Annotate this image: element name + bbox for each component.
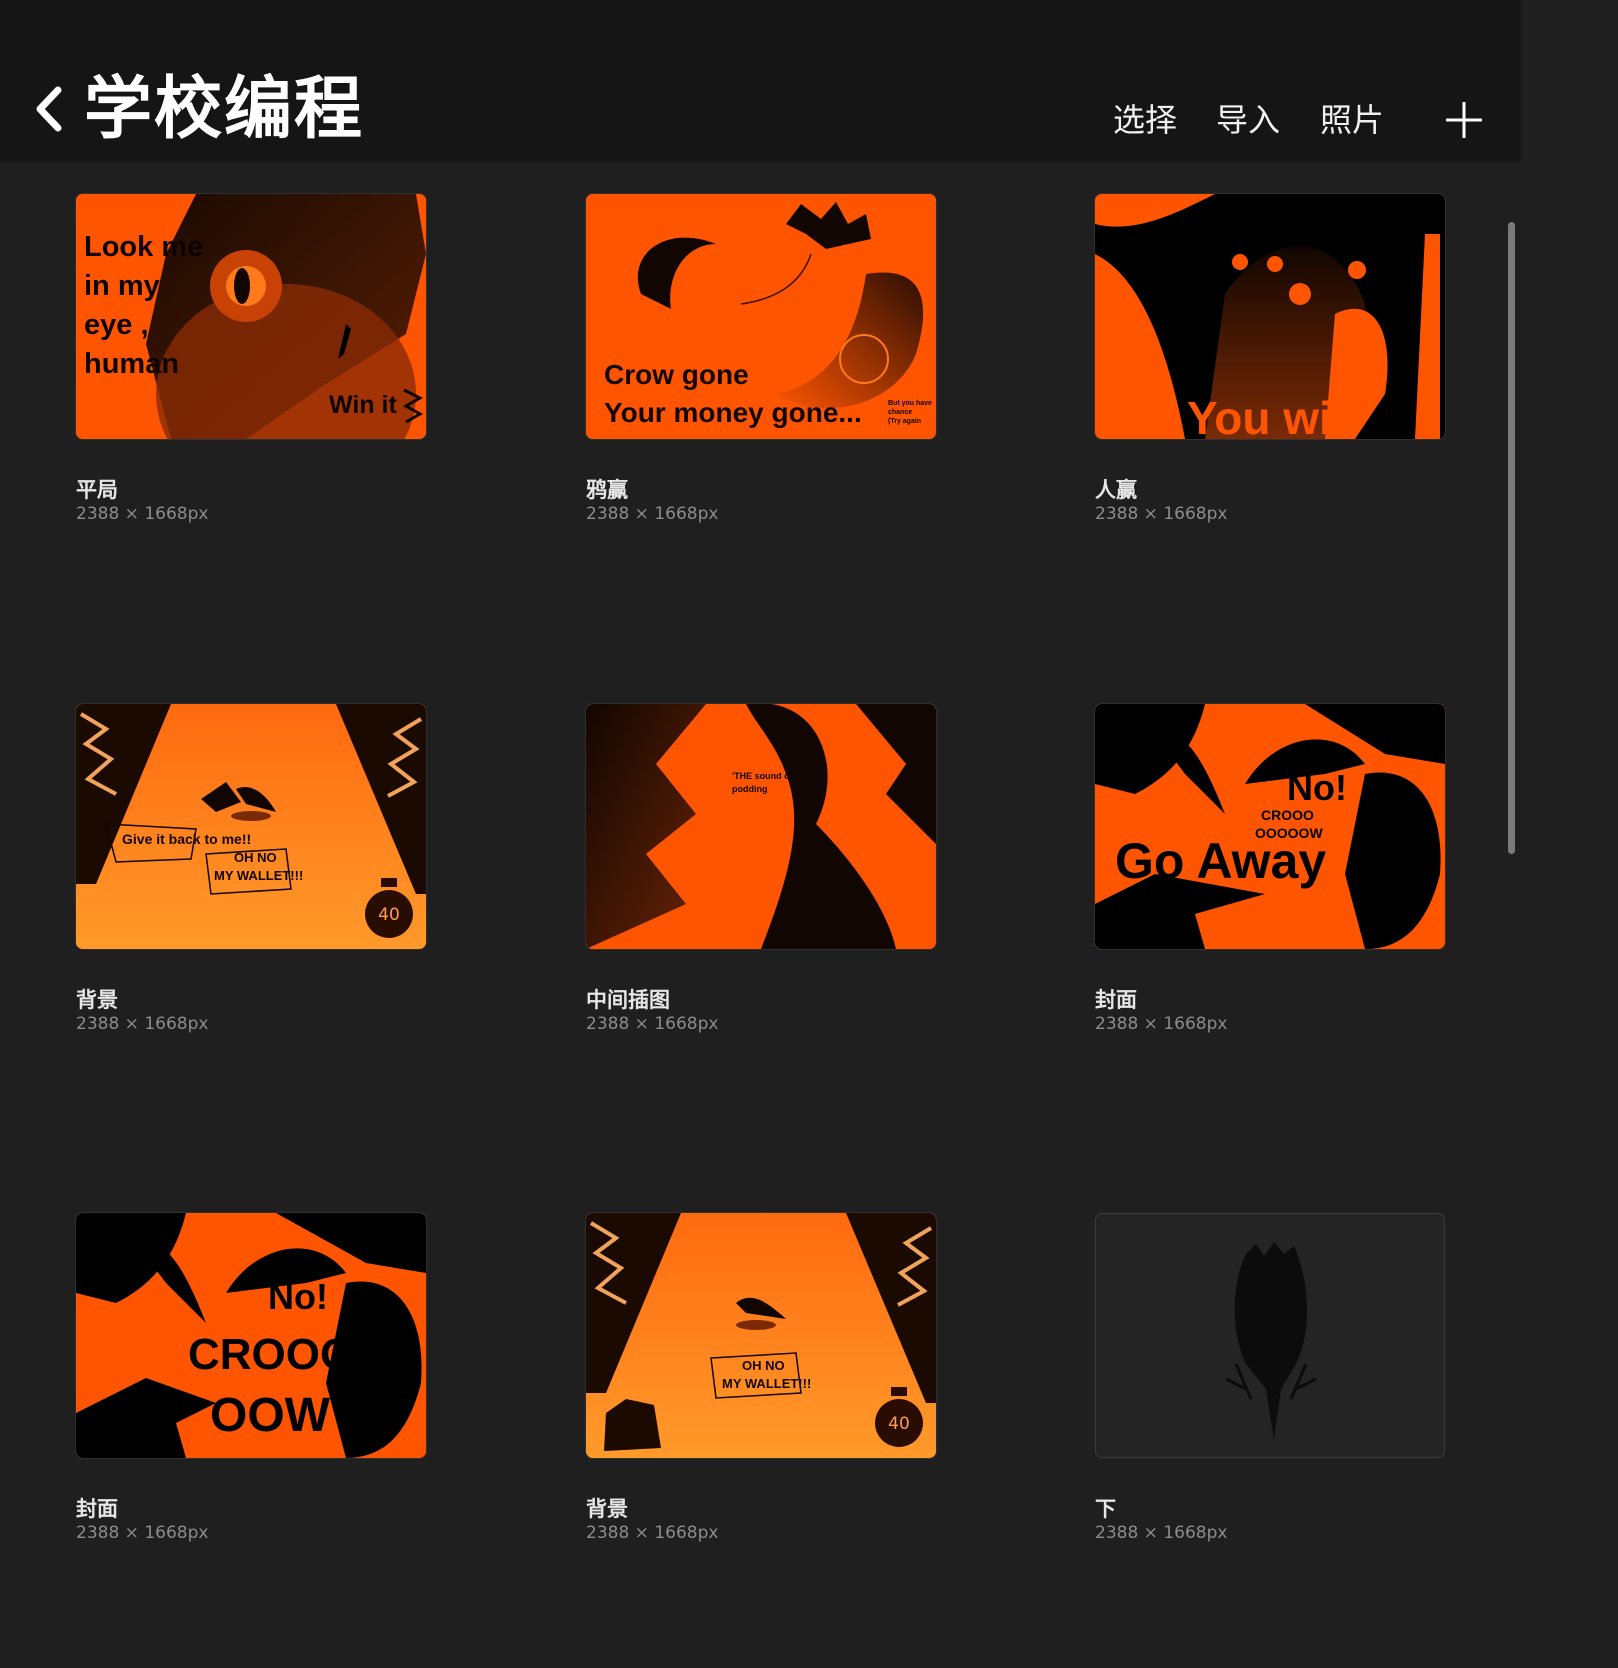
artwork-thumbnail[interactable]: 'THE sound of wings podding xyxy=(586,704,936,949)
artwork-preview: Give it back to me!! OH NO MY WALLET!!! … xyxy=(76,704,426,949)
artwork-title: 封面 xyxy=(1095,988,1137,1012)
artwork-text: Go Away xyxy=(1115,833,1326,889)
artwork-text: chance xyxy=(888,409,912,416)
artwork-text: (Try again xyxy=(888,418,921,425)
artwork-dimensions: 2388 × 1668px xyxy=(586,1014,719,1034)
artwork-title: 下 xyxy=(1095,1497,1116,1521)
artwork-thumbnail[interactable]: Look me in my eye , human Win it xyxy=(76,194,426,439)
artwork-thumbnail[interactable]: OH NO MY WALLET!!! 40 xyxy=(586,1213,936,1458)
artwork-dimensions: 2388 × 1668px xyxy=(586,504,719,524)
artwork-title: 封面 xyxy=(76,1497,118,1521)
toolbar: 选择 导入 照片 xyxy=(0,100,1521,140)
artwork-thumbnail[interactable]: Give it back to me!! OH NO MY WALLET!!! … xyxy=(76,704,426,949)
artwork-text: MY WALLET!!! xyxy=(214,868,303,883)
artwork-dimensions: 2388 × 1668px xyxy=(1095,1523,1228,1543)
artwork-text: in my xyxy=(84,270,160,302)
artwork-preview: Look me in my eye , human Win it xyxy=(76,194,426,439)
artwork-title: 中间插图 xyxy=(586,988,670,1012)
timer-label: 40 xyxy=(378,905,400,925)
artwork-text: Your money gone... xyxy=(604,397,862,428)
artwork-text: OOW xyxy=(210,1389,331,1442)
timer-label: 40 xyxy=(888,1414,910,1434)
artwork-text: Look me xyxy=(84,231,203,263)
artwork-preview: OH NO MY WALLET!!! 40 xyxy=(586,1213,936,1458)
artwork-dimensions: 2388 × 1668px xyxy=(1095,504,1228,524)
artwork-preview: Crow gone Your money gone... But you hav… xyxy=(586,194,936,439)
artwork-text: No! xyxy=(1287,767,1347,808)
artwork-preview: You win xyxy=(1095,194,1445,439)
artwork-text: podding xyxy=(732,784,768,794)
artwork-preview: No! CROOO OOW xyxy=(76,1213,426,1458)
select-button[interactable]: 选择 xyxy=(1113,100,1177,140)
artwork-text: Give it back to me!! xyxy=(122,831,251,847)
artwork-thumbnail[interactable]: No! CROOO OOOOOW Go Away xyxy=(1095,704,1445,949)
artwork-title: 背景 xyxy=(586,1497,628,1521)
import-button[interactable]: 导入 xyxy=(1216,100,1280,140)
artwork-text: OH NO xyxy=(742,1358,785,1373)
artwork-preview: No! CROOO OOOOOW Go Away xyxy=(1095,704,1445,949)
artwork-text: human xyxy=(84,348,179,380)
artwork-text: Crow gone xyxy=(604,359,749,390)
artwork-thumbnail[interactable]: You win xyxy=(1095,194,1445,439)
artwork-preview xyxy=(1225,1242,1317,1439)
artwork-dimensions: 2388 × 1668px xyxy=(586,1523,719,1543)
artwork-preview: 'THE sound of wings podding xyxy=(586,704,936,949)
artwork-text: MY WALLET!!! xyxy=(722,1376,811,1391)
artwork-title: 鸦赢 xyxy=(586,478,628,502)
artwork-text: eye , xyxy=(84,309,149,341)
photos-button[interactable]: 照片 xyxy=(1320,100,1384,140)
artwork-thumbnail[interactable]: Crow gone Your money gone... But you hav… xyxy=(586,194,936,439)
artwork-title: 平局 xyxy=(76,478,118,502)
artwork-text: OH NO xyxy=(234,850,277,865)
artwork-text: CROOO xyxy=(188,1330,354,1379)
artwork-text: No! xyxy=(268,1276,328,1317)
artwork-text: You win xyxy=(1187,392,1360,439)
artwork-dimensions: 2388 × 1668px xyxy=(76,504,209,524)
artwork-text: CROOO xyxy=(1261,807,1314,823)
artwork-text: Win it xyxy=(329,391,397,419)
artwork-dimensions: 2388 × 1668px xyxy=(1095,1014,1228,1034)
artwork-text: 'THE sound of wings xyxy=(732,771,821,781)
plus-icon[interactable] xyxy=(1444,100,1484,140)
artwork-dimensions: 2388 × 1668px xyxy=(76,1014,209,1034)
top-bar: 学校编程 选择 导入 照片 xyxy=(0,0,1521,162)
artwork-title: 人赢 xyxy=(1095,478,1137,502)
artwork-title: 背景 xyxy=(76,988,118,1012)
artwork-thumbnail[interactable]: No! CROOO OOW xyxy=(76,1213,426,1458)
artwork-thumbnail[interactable] xyxy=(1095,1213,1445,1458)
artwork-dimensions: 2388 × 1668px xyxy=(76,1523,209,1543)
scrollbar[interactable] xyxy=(1508,222,1515,854)
artwork-text: But you have xyxy=(888,400,932,407)
